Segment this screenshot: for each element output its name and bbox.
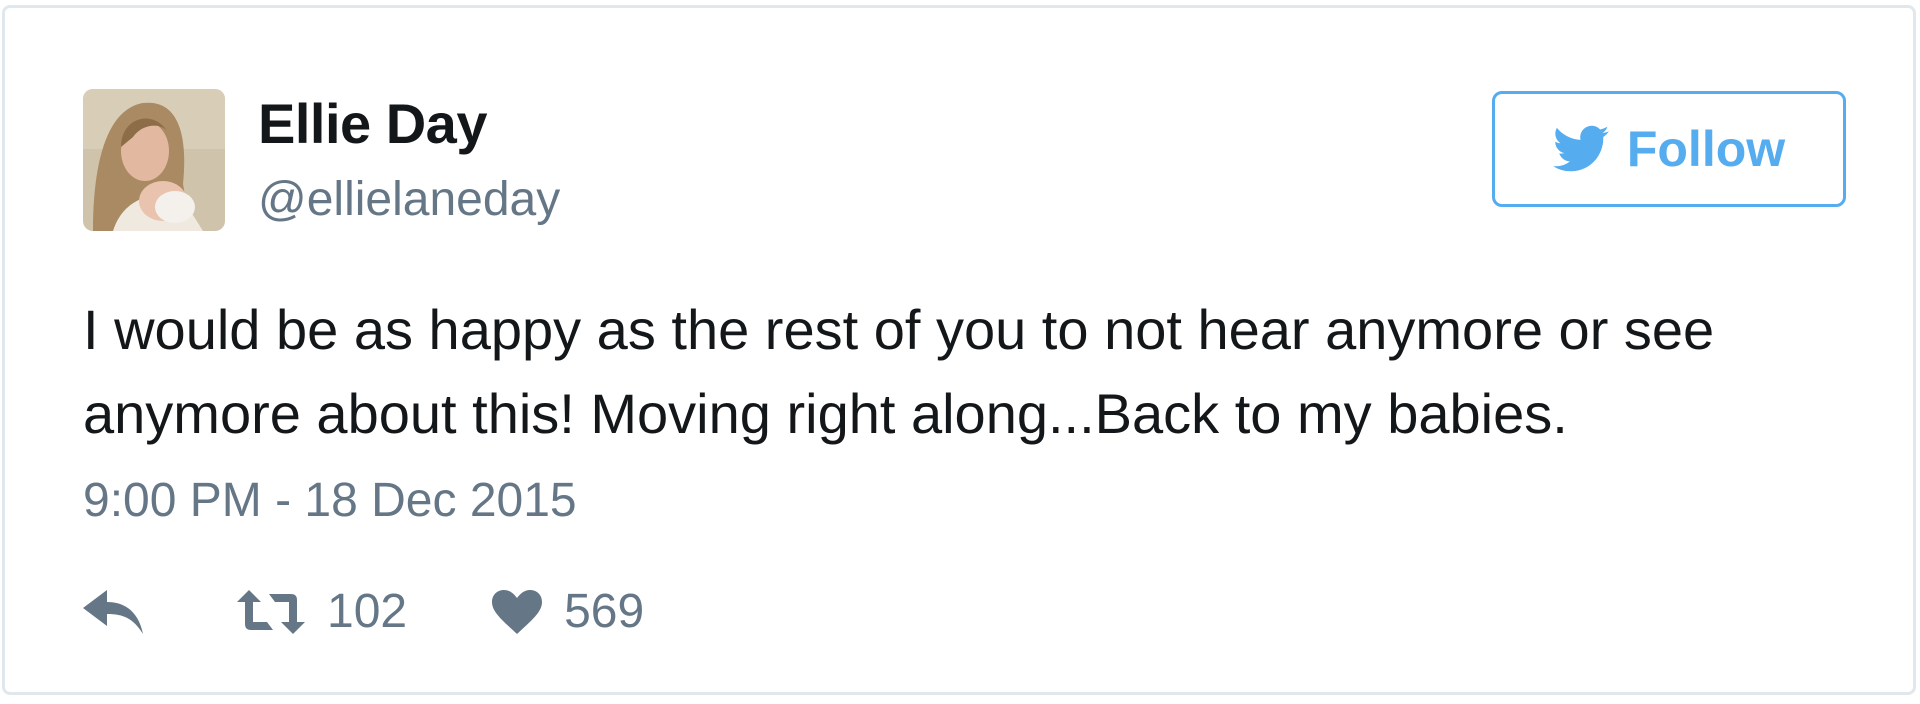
follow-button[interactable]: Follow xyxy=(1492,91,1846,207)
twitter-bird-icon xyxy=(1552,125,1609,172)
like-count: 569 xyxy=(564,585,645,638)
tweet-card: Ellie Day @ellielaneday Follow I would b… xyxy=(2,5,1916,695)
like-button[interactable]: 569 xyxy=(492,588,644,636)
reply-button[interactable] xyxy=(83,590,149,634)
heart-icon xyxy=(492,590,543,634)
tweet-text: I would be as happy as the rest of you t… xyxy=(83,298,1715,445)
avatar-photo-icon xyxy=(83,89,225,231)
retweet-button[interactable]: 102 xyxy=(237,588,407,636)
retweet-count: 102 xyxy=(327,585,408,638)
avatar[interactable] xyxy=(83,89,225,231)
retweet-icon xyxy=(237,590,305,634)
tweet-actions: 102 569 xyxy=(83,580,644,644)
tweet-timestamp[interactable]: 9:00 PM - 18 Dec 2015 xyxy=(83,477,577,525)
follow-button-label: Follow xyxy=(1626,121,1786,177)
author-handle[interactable]: @ellielaneday xyxy=(258,176,560,224)
reply-icon xyxy=(83,590,143,634)
author-name[interactable]: Ellie Day xyxy=(258,96,487,152)
